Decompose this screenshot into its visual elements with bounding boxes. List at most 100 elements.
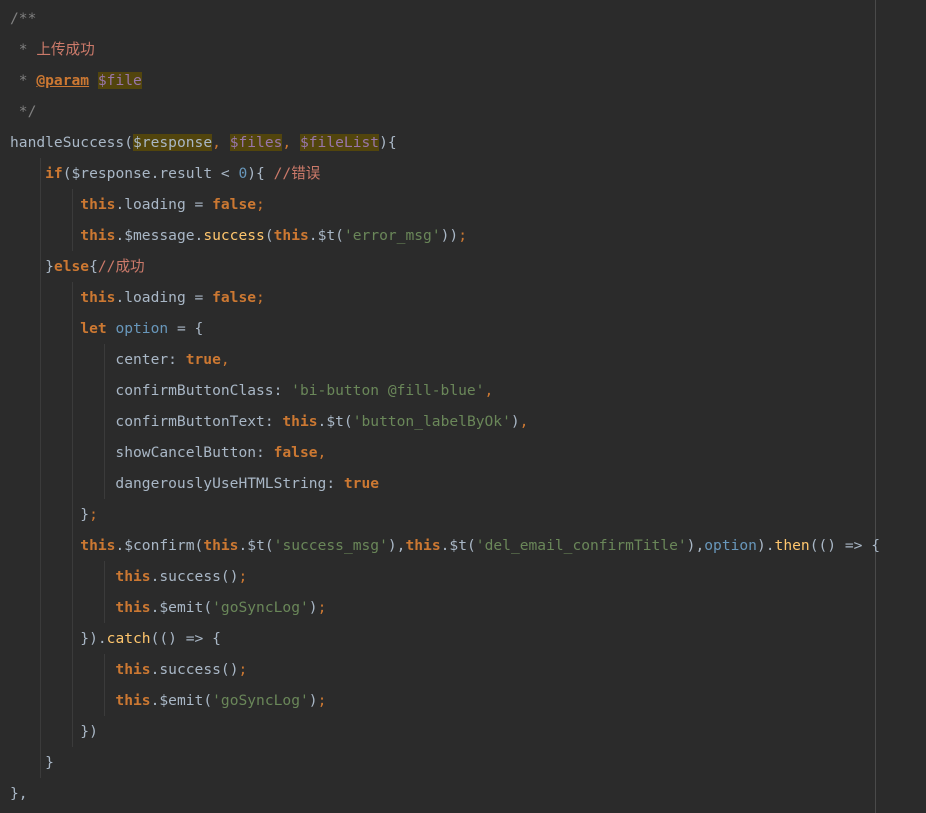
code-token: option bbox=[115, 320, 169, 337]
code-token: : bbox=[273, 382, 292, 399]
code-token: 'success_msg' bbox=[273, 537, 388, 554]
code-token: this bbox=[10, 289, 116, 306]
code-token: then bbox=[774, 537, 810, 554]
code-token: () bbox=[220, 661, 239, 678]
code-line[interactable]: }).catch(() => { bbox=[10, 623, 221, 654]
code-token: success bbox=[203, 227, 265, 244]
code-line[interactable]: /** bbox=[10, 3, 36, 34]
code-token: 'goSyncLog' bbox=[212, 599, 309, 616]
code-token: ( bbox=[335, 227, 344, 244]
code-line[interactable]: this.loading = false; bbox=[10, 189, 265, 220]
code-token: . bbox=[115, 289, 125, 306]
code-line[interactable]: }else{//成功 bbox=[10, 251, 145, 282]
code-token: $confirm bbox=[124, 537, 195, 554]
code-token: $t bbox=[449, 537, 467, 554]
code-token: $file bbox=[97, 72, 142, 89]
code-line[interactable]: */ bbox=[10, 96, 37, 127]
code-token: $files bbox=[229, 134, 283, 151]
code-token: ; bbox=[238, 661, 248, 678]
code-line[interactable]: this.success(); bbox=[10, 561, 247, 592]
code-token: 'error_msg' bbox=[343, 227, 441, 244]
code-token: this bbox=[10, 661, 151, 678]
code-line[interactable]: this.$confirm(this.$t('success_msg'),thi… bbox=[10, 530, 880, 561]
code-token: $t bbox=[326, 413, 344, 430]
code-line[interactable]: dangerouslyUseHTMLString: true bbox=[10, 468, 379, 499]
code-token: ){ bbox=[379, 134, 397, 151]
code-token: = bbox=[185, 289, 213, 306]
code-token: ; bbox=[317, 692, 327, 709]
code-token: false bbox=[212, 196, 257, 213]
code-token: loading bbox=[124, 196, 186, 213]
code-token: )) bbox=[440, 227, 459, 244]
code-token: 'bi-button @fill-blue' bbox=[291, 382, 485, 399]
code-line[interactable]: }) bbox=[10, 716, 98, 747]
code-token: this bbox=[273, 227, 309, 244]
code-line[interactable]: showCancelButton: false, bbox=[10, 437, 326, 468]
code-token: 'goSyncLog' bbox=[212, 692, 309, 709]
code-token: ; bbox=[238, 568, 248, 585]
code-token: let bbox=[10, 320, 116, 337]
code-line[interactable]: this.success(); bbox=[10, 654, 247, 685]
code-token: ; bbox=[317, 599, 327, 616]
code-line[interactable]: * 上传成功 bbox=[10, 34, 95, 65]
code-token: else bbox=[53, 258, 90, 275]
code-token: 'del_email_confirmTitle' bbox=[475, 537, 687, 554]
code-token: success bbox=[159, 568, 221, 585]
code-token: , bbox=[212, 134, 230, 151]
code-token: true bbox=[343, 475, 380, 492]
code-token: (() => { bbox=[809, 537, 880, 554]
code-token: this bbox=[203, 537, 239, 554]
code-token: $t bbox=[317, 227, 336, 244]
code-token: (() => { bbox=[150, 630, 221, 647]
code-line[interactable]: if($response.result < 0){ //错误 bbox=[10, 158, 320, 189]
code-line[interactable]: }; bbox=[10, 499, 98, 530]
code-token: }, bbox=[10, 785, 28, 802]
code-token: : bbox=[326, 475, 344, 492]
code-token: this bbox=[10, 196, 116, 213]
code-line[interactable]: }, bbox=[10, 778, 28, 809]
code-token: }). bbox=[10, 630, 107, 647]
code-line[interactable]: this.$emit('goSyncLog'); bbox=[10, 592, 326, 623]
code-token: $response bbox=[71, 165, 151, 182]
code-line[interactable]: * @param $file bbox=[10, 65, 142, 96]
code-token: = { bbox=[168, 320, 204, 337]
code-token: , bbox=[282, 134, 300, 151]
code-token: center bbox=[10, 351, 169, 368]
code-line[interactable]: confirmButtonText: this.$t('button_label… bbox=[10, 406, 528, 437]
code-token: this bbox=[10, 537, 116, 554]
code-token: //错误 bbox=[273, 165, 321, 182]
code-line[interactable]: confirmButtonClass: 'bi-button @fill-blu… bbox=[10, 375, 493, 406]
code-token: $message bbox=[124, 227, 195, 244]
code-line[interactable]: this.$emit('goSyncLog'); bbox=[10, 685, 326, 716]
code-token: } bbox=[10, 506, 90, 523]
code-line[interactable]: this.loading = false; bbox=[10, 282, 265, 313]
code-line[interactable]: } bbox=[10, 747, 54, 778]
code-token: handleSuccess bbox=[10, 134, 125, 151]
code-token: //成功 bbox=[97, 258, 145, 275]
code-token: * bbox=[10, 41, 37, 58]
code-line[interactable]: let option = { bbox=[10, 313, 203, 344]
code-token: this bbox=[10, 227, 116, 244]
code-token: ( bbox=[343, 413, 353, 430]
code-token: 0 bbox=[238, 165, 248, 182]
code-token: $response bbox=[133, 134, 213, 151]
code-token: ; bbox=[89, 506, 98, 523]
code-token: ) bbox=[308, 599, 318, 616]
code-token: ( bbox=[467, 537, 476, 554]
code-token: . bbox=[115, 196, 125, 213]
code-line[interactable]: this.$message.success(this.$t('error_msg… bbox=[10, 220, 467, 251]
code-token: $emit bbox=[159, 692, 204, 709]
code-token: false bbox=[273, 444, 318, 461]
code-line[interactable]: center: true, bbox=[10, 344, 229, 375]
code-token: false bbox=[212, 289, 257, 306]
code-token: $emit bbox=[159, 599, 204, 616]
code-token: ), bbox=[387, 537, 406, 554]
code-token: . bbox=[238, 537, 248, 554]
code-token: result bbox=[159, 165, 213, 182]
code-editor[interactable]: /** * 上传成功 * @param $file */ handleSucces… bbox=[0, 0, 926, 813]
code-token: : bbox=[256, 444, 274, 461]
code-line[interactable]: handleSuccess($response, $files, $fileLi… bbox=[10, 127, 397, 158]
code-token: < bbox=[212, 165, 239, 182]
code-token: this bbox=[282, 413, 318, 430]
